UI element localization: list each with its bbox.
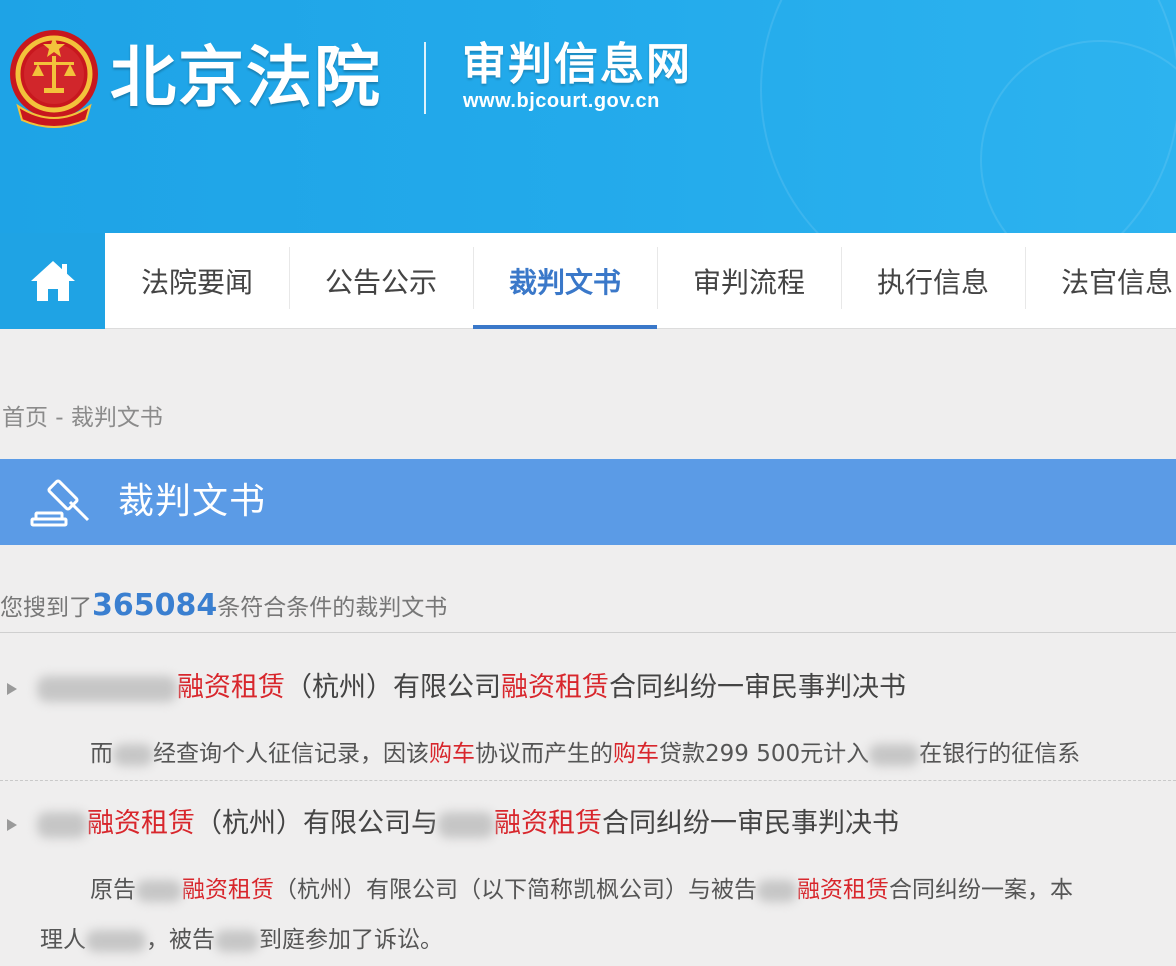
highlight-keyword: 购车: [429, 741, 475, 767]
snippet-text: （杭州）有限公司（以下简称凯枫公司）与被告: [274, 877, 757, 903]
site-header: 北京法院 审判信息网 www.bjcourt.gov.cn: [0, 0, 1176, 233]
snippet-text: 合同纠纷一案，本: [889, 877, 1073, 903]
highlight-keyword: 融资租赁: [182, 877, 274, 903]
highlight-keyword: 融资租赁: [797, 877, 889, 903]
breadcrumb-separator: -: [48, 405, 71, 431]
divider: [0, 780, 1176, 781]
redacted-text: [757, 879, 797, 902]
breadcrumb-home-link[interactable]: 首页: [2, 405, 48, 431]
nav-item-judgments[interactable]: 裁判文书: [473, 233, 657, 329]
result-prefix: 您搜到了: [0, 595, 92, 621]
snippet-text: 在银行的征信系: [919, 741, 1081, 767]
snippet-text: 经查询个人征信记录，因该: [153, 741, 429, 767]
breadcrumb-current[interactable]: 裁判文书: [71, 405, 163, 431]
bullet-arrow-icon: [7, 818, 17, 831]
snippet-text: 理人: [40, 927, 86, 953]
snippet-text: 而: [90, 741, 113, 767]
redacted-text: [215, 929, 259, 952]
breadcrumb: 首页 - 裁判文书: [2, 398, 163, 432]
result-count: 365084: [92, 588, 218, 623]
nav-item-court-news[interactable]: 法院要闻: [105, 233, 289, 329]
court-emblem-icon[interactable]: [8, 26, 100, 128]
result-title-link[interactable]: 融资租赁（杭州）有限公司融资租赁合同纠纷一审民事判决书: [0, 668, 906, 708]
redacted-text: [869, 743, 920, 766]
redacted-text: [438, 811, 494, 838]
redacted-text: [136, 879, 182, 902]
highlight-keyword: 融资租赁: [494, 808, 602, 839]
highlight-keyword: 购车: [613, 741, 659, 767]
site-subtitle[interactable]: 审判信息网: [462, 40, 692, 90]
highlight-keyword: 融资租赁: [177, 672, 285, 703]
bullet-arrow-icon: [7, 682, 17, 695]
snippet-text: 到庭参加了诉讼。: [259, 927, 443, 953]
site-name[interactable]: 北京法院: [110, 34, 382, 122]
nav-item-trial-process[interactable]: 审判流程: [657, 233, 841, 329]
nav-item-enforcement[interactable]: 执行信息: [841, 233, 1025, 329]
title-text: 合同纠纷一审民事判决书: [609, 672, 906, 703]
result-title-link[interactable]: 融资租赁（杭州）有限公司与 融资租赁合同纠纷一审民事判决书: [0, 804, 899, 844]
site-url[interactable]: www.bjcourt.gov.cn: [463, 90, 660, 113]
nav-item-announcements[interactable]: 公告公示: [289, 233, 473, 329]
gavel-icon: [30, 479, 90, 527]
home-icon: [30, 261, 75, 301]
snippet-text: 贷款299 500元计入: [659, 741, 870, 767]
highlight-keyword: 融资租赁: [87, 808, 195, 839]
nav-item-judges[interactable]: 法官信息: [1025, 233, 1176, 329]
redacted-text: [37, 675, 177, 702]
highlight-keyword: 融资租赁: [501, 672, 609, 703]
result-snippet: 理人 ，被告 到庭参加了诉讼。: [40, 920, 443, 960]
redacted-text: [113, 743, 153, 766]
snippet-text: 协议而产生的: [475, 741, 613, 767]
title-text: 合同纠纷一审民事判决书: [602, 808, 899, 839]
snippet-text: 原告: [90, 877, 136, 903]
title-text: （杭州）有限公司: [285, 672, 501, 703]
result-summary: 您搜到了365084条符合条件的裁判文书: [0, 586, 447, 628]
redacted-text: [86, 929, 146, 952]
section-header: 裁判文书: [0, 459, 1176, 545]
header-divider: [424, 42, 426, 114]
title-text: （杭州）有限公司与: [195, 808, 438, 839]
result-suffix: 条符合条件的裁判文书: [217, 595, 448, 621]
divider: [0, 632, 1176, 633]
result-snippet: 而经查询个人征信记录，因该购车协议而产生的购车贷款299 500元计入 在银行的征…: [90, 734, 1080, 774]
nav-home-button[interactable]: [0, 233, 105, 329]
main-nav: 法院要闻 公告公示 裁判文书 审判流程 执行信息 法官信息: [0, 233, 1176, 329]
snippet-text: ，被告: [146, 927, 215, 953]
result-snippet: 原告 融资租赁（杭州）有限公司（以下简称凯枫公司）与被告 融资租赁合同纠纷一案，本: [90, 870, 1073, 910]
section-title: 裁判文书: [118, 481, 267, 522]
redacted-text: [37, 811, 87, 838]
